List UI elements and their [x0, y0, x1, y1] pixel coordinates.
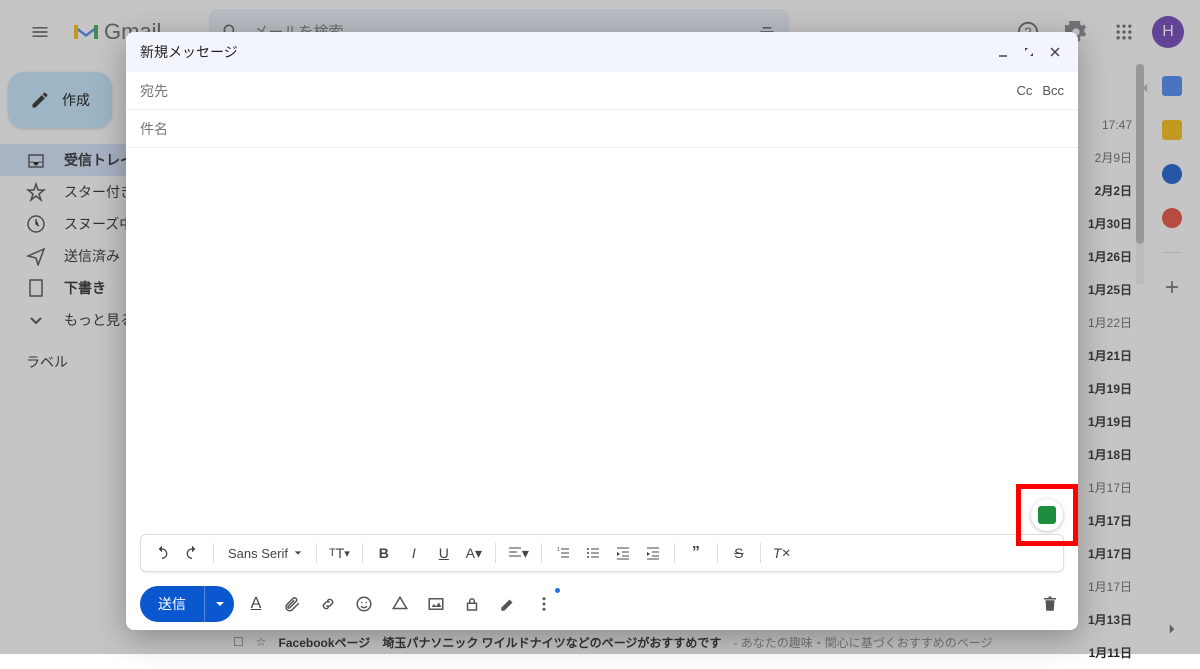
- text-color-button[interactable]: A▾: [461, 540, 487, 566]
- to-row[interactable]: 宛先 Cc Bcc: [126, 72, 1078, 110]
- redo-icon: [184, 545, 200, 561]
- cc-button[interactable]: Cc: [1016, 83, 1032, 98]
- compose-body[interactable]: [126, 148, 1078, 534]
- compose-footer: 送信 A: [126, 578, 1078, 630]
- to-label: 宛先: [140, 81, 168, 101]
- minimize-icon: [997, 46, 1009, 58]
- confidential-button[interactable]: [458, 590, 486, 618]
- bcc-button[interactable]: Bcc: [1042, 83, 1064, 98]
- pen-icon: [499, 595, 517, 613]
- expand-icon: [1023, 46, 1035, 58]
- signature-button[interactable]: [494, 590, 522, 618]
- drive-button[interactable]: [386, 590, 414, 618]
- compose-dialog: 新規メッセージ 宛先 Cc Bcc 件名 Sans Serif TT▾ B I …: [126, 32, 1078, 630]
- trash-icon: [1041, 595, 1059, 613]
- subject-row[interactable]: 件名: [126, 110, 1078, 148]
- fullscreen-button[interactable]: [1020, 43, 1038, 61]
- discard-button[interactable]: [1036, 590, 1064, 618]
- emoji-button[interactable]: [350, 590, 378, 618]
- align-button[interactable]: ▾: [504, 540, 533, 566]
- chevron-down-icon: [294, 549, 302, 557]
- align-icon: [508, 546, 522, 560]
- image-button[interactable]: [422, 590, 450, 618]
- indent-less-button[interactable]: [610, 540, 636, 566]
- send-button-group: 送信: [140, 586, 234, 622]
- annotation-highlight: [1016, 484, 1078, 546]
- chevron-down-icon: [215, 599, 225, 609]
- undo-button[interactable]: [149, 540, 175, 566]
- redo-button[interactable]: [179, 540, 205, 566]
- assistant-badge[interactable]: [1031, 499, 1063, 531]
- close-icon: [1049, 46, 1061, 58]
- compose-header[interactable]: 新規メッセージ: [126, 32, 1078, 72]
- attach-button[interactable]: [278, 590, 306, 618]
- svg-text:1: 1: [557, 547, 560, 553]
- strikethrough-button[interactable]: S: [726, 540, 752, 566]
- image-icon: [427, 595, 445, 613]
- send-options-button[interactable]: [204, 586, 234, 622]
- emoji-icon: [355, 595, 373, 613]
- more-button[interactable]: [530, 590, 558, 618]
- format-toolbar: Sans Serif TT▾ B I U A▾ ▾ 1 ” S T✕: [140, 534, 1064, 572]
- robot-icon: [1038, 506, 1056, 524]
- bullet-list-button[interactable]: [580, 540, 606, 566]
- bold-button[interactable]: B: [371, 540, 397, 566]
- undo-icon: [154, 545, 170, 561]
- link-button[interactable]: [314, 590, 342, 618]
- indent-icon: [646, 546, 660, 560]
- underline-button[interactable]: U: [431, 540, 457, 566]
- subject-label: 件名: [140, 119, 168, 139]
- clear-format-button[interactable]: T✕: [769, 540, 795, 566]
- compose-title: 新規メッセージ: [140, 42, 238, 62]
- font-size-button[interactable]: TT▾: [325, 540, 354, 566]
- italic-button[interactable]: I: [401, 540, 427, 566]
- send-button[interactable]: 送信: [140, 586, 204, 622]
- format-toggle-button[interactable]: A: [242, 590, 270, 618]
- numbered-list-button[interactable]: 1: [550, 540, 576, 566]
- link-icon: [319, 595, 337, 613]
- minimize-button[interactable]: [994, 43, 1012, 61]
- paperclip-icon: [283, 595, 301, 613]
- close-button[interactable]: [1046, 43, 1064, 61]
- ol-icon: 1: [556, 546, 570, 560]
- drive-icon: [391, 595, 409, 613]
- font-select[interactable]: Sans Serif: [222, 540, 308, 566]
- outdent-icon: [616, 546, 630, 560]
- quote-button[interactable]: ”: [683, 540, 709, 566]
- lock-icon: [463, 595, 481, 613]
- ul-icon: [586, 546, 600, 560]
- indent-more-button[interactable]: [640, 540, 666, 566]
- more-vert-icon: [535, 595, 553, 613]
